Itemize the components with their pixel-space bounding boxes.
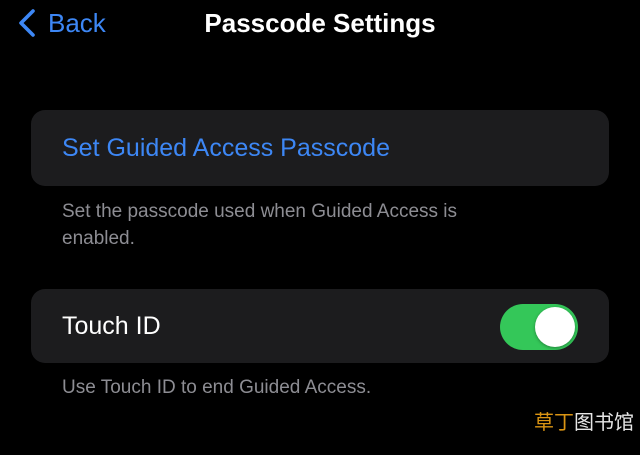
navigation-bar: Back Passcode Settings — [0, 0, 640, 48]
watermark-logo: 草丁 图书馆 — [534, 406, 634, 435]
toggle-knob — [535, 307, 575, 347]
watermark-part-a: 草丁 — [534, 412, 574, 434]
passcode-group: Set Guided Access Passcode — [31, 110, 609, 186]
watermark-part-b: 图书馆 — [574, 412, 634, 434]
touch-id-group: Touch ID — [31, 289, 609, 363]
page-title: Passcode Settings — [204, 8, 436, 38]
touch-id-label: Touch ID — [62, 312, 161, 340]
set-guided-access-passcode-button[interactable]: Set Guided Access Passcode — [62, 110, 390, 186]
touch-id-toggle[interactable] — [500, 304, 578, 350]
passcode-footer-note: Set the passcode used when Guided Access… — [62, 201, 458, 249]
passcode-settings-screen: Back Passcode Settings Set Guided Access… — [0, 0, 640, 455]
touch-id-footer-note: Use Touch ID to end Guided Access. — [62, 377, 372, 398]
